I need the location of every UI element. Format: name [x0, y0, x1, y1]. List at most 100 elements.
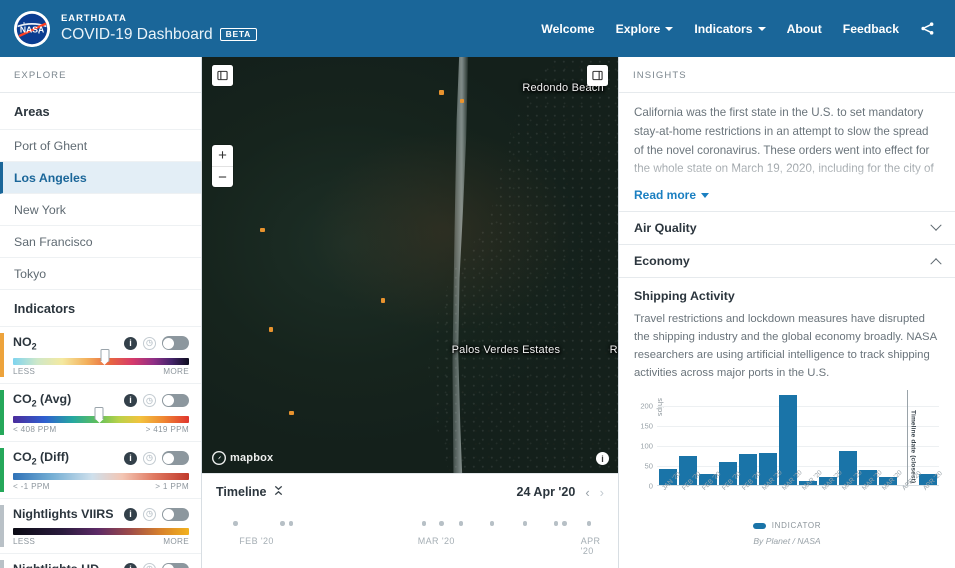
nav-item-explore[interactable]: Explore [616, 22, 674, 36]
accordion-air-quality[interactable]: Air Quality [619, 212, 955, 245]
y-tick: 150 [640, 421, 653, 431]
nav-item-about[interactable]: About [787, 22, 822, 36]
info-icon[interactable]: i [124, 562, 137, 568]
area-label: New York [14, 202, 66, 217]
legend-color-swatch [752, 522, 766, 529]
timeline-mark [522, 521, 528, 526]
timeline-mark [288, 521, 294, 526]
clock-icon[interactable]: ◷ [143, 562, 156, 568]
clock-icon[interactable]: ◷ [143, 394, 156, 408]
y-tick: 0 [648, 481, 653, 491]
nav-item-welcome[interactable]: Welcome [541, 22, 594, 36]
indicator-toggle-co2-avg[interactable] [162, 393, 189, 408]
timeline-mark [562, 521, 567, 526]
brand[interactable]: NASA EARTHDATA COVID-19 Dashboard BETA [14, 10, 257, 47]
timeline-current-date: 24 Apr '20 [516, 485, 576, 499]
legend-min: LESS [13, 367, 36, 377]
color-scale-handle[interactable] [94, 406, 104, 420]
timeline-mark [458, 521, 463, 526]
timeline-month-label: APR '20 [580, 536, 601, 556]
collapse-vertical-icon[interactable] [273, 483, 284, 501]
ship-marker[interactable] [268, 327, 274, 332]
indicator-toggle-co2-diff[interactable] [162, 451, 189, 465]
legend-max: MORE [163, 537, 189, 547]
legend-label: INDICATOR [771, 521, 822, 531]
legend-min: < 408 PPM [13, 424, 57, 434]
indicator-toggle-no2[interactable] [162, 336, 189, 350]
nav-label: About [786, 21, 822, 36]
zoom-out-button[interactable]: − [212, 166, 233, 187]
clock-icon[interactable]: ◷ [143, 336, 156, 350]
indicator-toggle-nightlights-viirs[interactable] [162, 507, 189, 522]
map-info-icon[interactable]: i [596, 452, 609, 465]
shipping-activity-card: Shipping Activity Travel restrictions an… [619, 278, 955, 388]
sidebar-item-san-francisco[interactable]: San Francisco [0, 226, 201, 258]
indicator-subscript: 2 [31, 341, 37, 352]
ship-marker[interactable] [260, 227, 265, 233]
share-icon[interactable] [920, 21, 935, 36]
svg-text:NASA: NASA [20, 24, 44, 34]
clock-icon[interactable]: ◷ [143, 507, 156, 521]
y-tick: 200 [640, 401, 653, 411]
info-icon[interactable]: i [124, 336, 137, 350]
indicator-name: CO [13, 449, 32, 464]
ship-marker[interactable] [289, 410, 294, 416]
ship-marker[interactable] [439, 90, 444, 95]
chart-x-axis: JAN '20 FEB '20 FEB '20 FEB '20 FEB '20 … [657, 470, 943, 506]
info-icon[interactable]: i [124, 394, 137, 408]
app-body: EXPLORE Areas Port of Ghent Los Angeles … [0, 57, 955, 568]
legend-max: > 1 PPM [155, 482, 189, 492]
ship-marker[interactable] [459, 98, 465, 104]
accordion-title: Air Quality [634, 221, 697, 235]
nav-item-indicators[interactable]: Indicators [694, 22, 766, 36]
area-label: Los Angeles [14, 170, 87, 185]
chart-y-axis: 0 50 100 150 200 [631, 394, 655, 491]
read-more-button[interactable]: Read more [634, 188, 940, 202]
sidebar-item-los-angeles[interactable]: Los Angeles [0, 162, 201, 194]
timeline-prev-button[interactable]: ‹ [585, 486, 589, 499]
timeline-mark [586, 521, 592, 526]
sidebar-item-tokyo[interactable]: Tokyo [0, 258, 201, 290]
collapse-left-panel-button[interactable] [212, 65, 233, 86]
indicator-suffix: (Avg) [36, 392, 72, 407]
sidebar-panel-label: EXPLORE [0, 57, 201, 93]
collapse-right-panel-button[interactable] [587, 65, 608, 86]
info-icon[interactable]: i [124, 451, 137, 465]
indicator-co2-diff: CO2 (Diff) i ◷ < -1 PPM > 1 PPM [0, 442, 201, 500]
accordion-economy[interactable]: Economy [619, 245, 955, 278]
indicator-toggle-nightlights-hd[interactable] [162, 562, 189, 568]
color-scale-handle[interactable] [100, 349, 110, 363]
chevron-up-icon [930, 258, 942, 270]
timeline-next-button[interactable]: › [600, 486, 604, 499]
chart-legend[interactable]: INDICATOR [631, 521, 943, 530]
chevron-down-icon [665, 26, 674, 31]
indicators-heading: Indicators [0, 290, 201, 327]
zoom-in-button[interactable]: + [212, 145, 233, 166]
indicator-accent [0, 505, 4, 548]
shipping-bar-chart[interactable]: 0 50 100 150 200 ships Timeline date (cl… [631, 390, 943, 506]
info-icon[interactable]: i [124, 507, 137, 521]
timeline-mark [421, 521, 427, 526]
indicator-accent [0, 333, 4, 378]
chart-credit: By Planet / NASA [753, 536, 821, 547]
timeline-track[interactable]: FEB '20 MAR '20 APR '20 [216, 508, 604, 556]
timeline-month-label: FEB '20 [239, 536, 274, 546]
indicator-legend: LESS MORE [13, 349, 189, 377]
indicator-name: NO [13, 335, 32, 349]
clock-icon[interactable]: ◷ [143, 451, 156, 465]
chevron-down-icon [757, 26, 766, 31]
satellite-map[interactable]: Redondo Beach Palos Verdes Estates R + −… [202, 57, 618, 473]
sidebar-item-port-of-ghent[interactable]: Port of Ghent [0, 130, 201, 162]
insights-panel: INSIGHTS California was the first state … [618, 57, 955, 568]
indicator-label: NO2 [13, 335, 37, 351]
ship-marker[interactable] [380, 298, 386, 303]
nav-item-feedback[interactable]: Feedback [843, 22, 899, 36]
sidebar-item-new-york[interactable]: New York [0, 194, 201, 226]
nav-label: Explore [615, 21, 661, 36]
indicator-accent [0, 447, 4, 493]
timeline-title: Timeline [216, 485, 267, 499]
area-label: Port of Ghent [14, 138, 88, 153]
indicator-label: CO2 (Avg) [13, 392, 71, 408]
mapbox-attribution[interactable]: mapbox [212, 451, 273, 465]
nav-label: Feedback [842, 21, 899, 36]
